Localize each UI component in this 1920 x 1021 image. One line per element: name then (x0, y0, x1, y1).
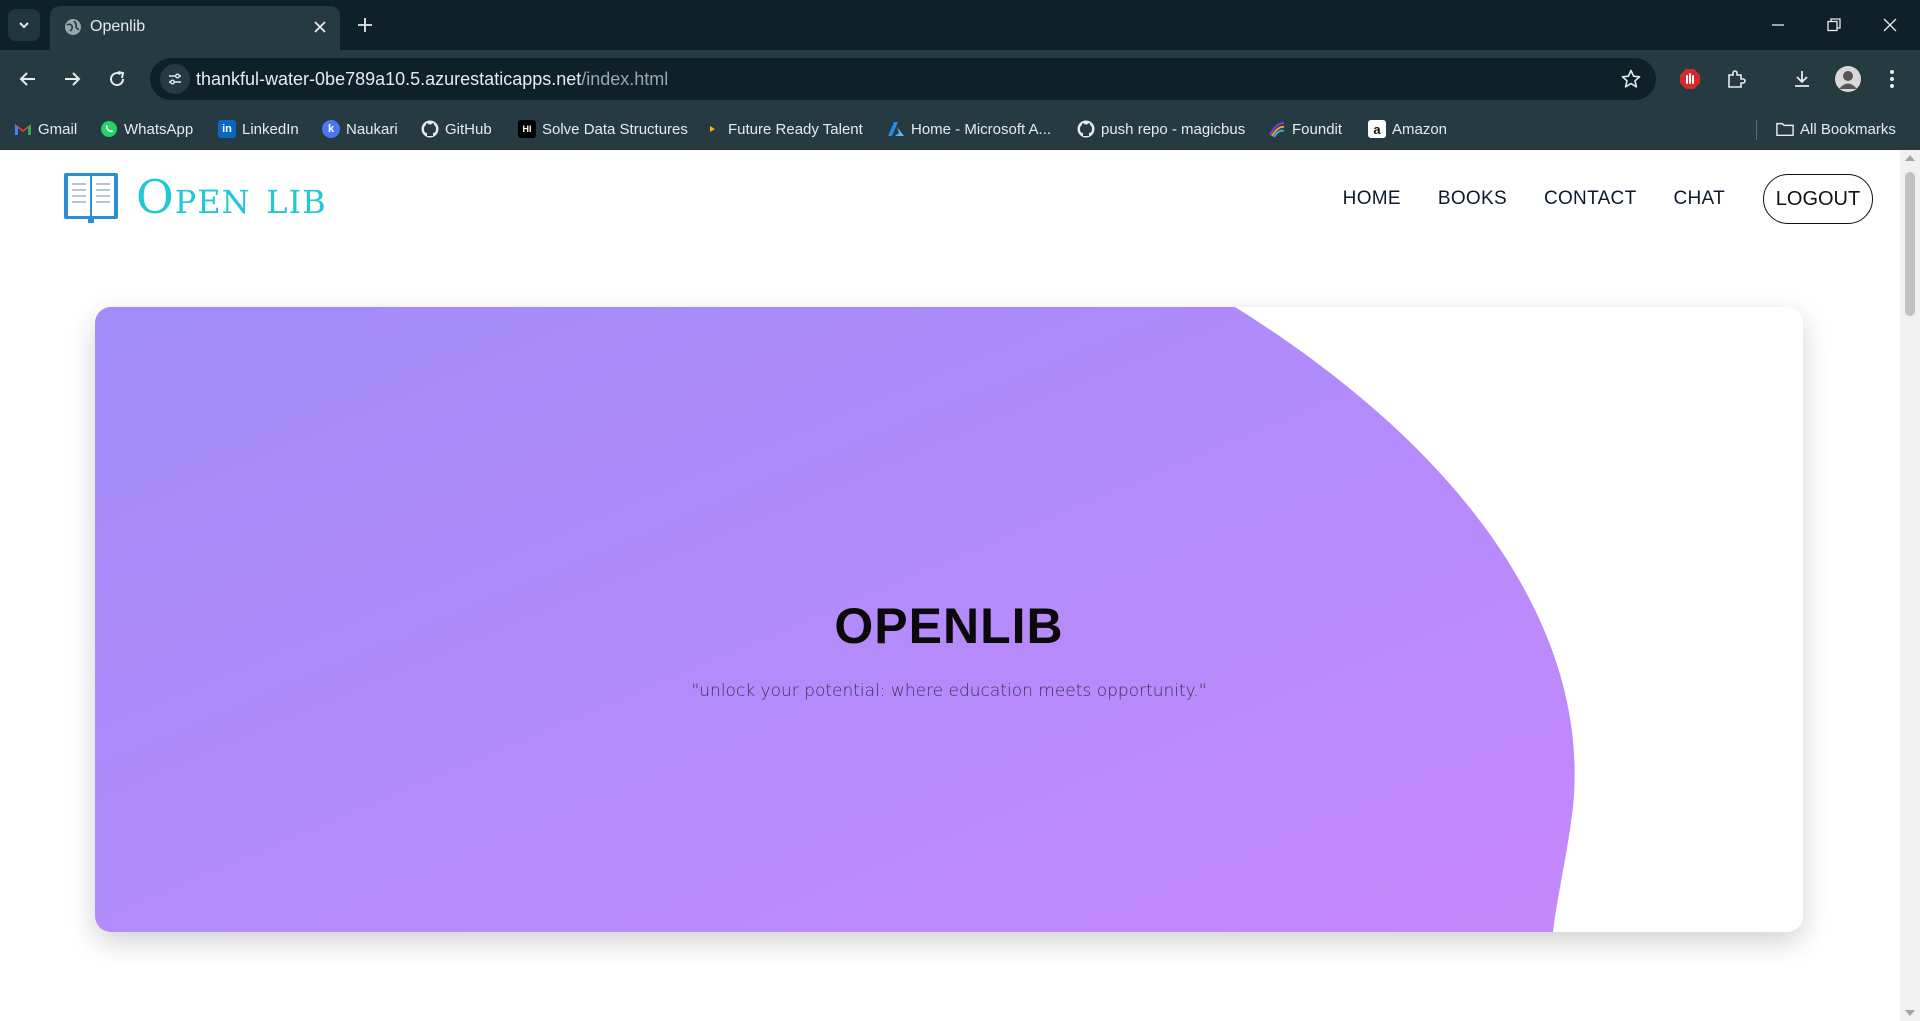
minimize-icon (1772, 24, 1784, 26)
open-book-icon (64, 173, 118, 223)
url-text: thankful-water-0be789a10.5.azurestaticap… (196, 69, 668, 90)
bookmark-star-button[interactable] (1620, 68, 1642, 90)
bookmark-solve-data-structures[interactable]: HI Solve Data Structures (518, 117, 688, 141)
tab-bar: Openlib (0, 0, 1920, 50)
star-icon (1621, 69, 1641, 88)
bookmarks-bar: Gmail WhatsApp in LinkedIn k Naukari Git… (0, 108, 1920, 150)
bookmark-label: Solve Data Structures (542, 120, 688, 138)
bookmark-label: WhatsApp (124, 120, 194, 138)
close-window-button[interactable] (1872, 10, 1908, 40)
bookmark-label: LinkedIn (242, 120, 299, 138)
tab-title: Openlib (90, 18, 146, 35)
whatsapp-icon (101, 121, 117, 137)
page-scrollbar[interactable] (1900, 150, 1920, 1021)
scroll-up-arrow[interactable] (1905, 155, 1915, 161)
new-tab-button[interactable] (352, 12, 378, 38)
restore-button[interactable] (1816, 10, 1852, 40)
bookmark-gmail[interactable]: Gmail (14, 117, 77, 141)
nav-home[interactable]: HOME (1343, 188, 1401, 210)
url-path: /index.html (581, 69, 669, 89)
amazon-icon: a (1368, 120, 1386, 138)
tune-icon (169, 73, 181, 85)
logo-text: Open lib (136, 170, 327, 224)
url-host: thankful-water-0be789a10.5.azurestaticap… (196, 69, 582, 89)
bookmark-label: Naukari (346, 120, 398, 138)
close-tab-button[interactable] (310, 17, 330, 37)
more-vertical-icon (1890, 70, 1894, 88)
avatar (1835, 66, 1861, 92)
bookmark-foundit[interactable]: Foundit (1268, 117, 1342, 141)
menu-button[interactable] (1876, 63, 1908, 95)
web-page: Open lib HOME BOOKS CONTACT CHAT LOGOUT … (0, 150, 1900, 1021)
folder-icon (1776, 122, 1794, 137)
main-nav: HOME BOOKS CONTACT CHAT LOGOUT (1306, 174, 1873, 224)
profile-button[interactable] (1832, 63, 1864, 95)
tab-search-button[interactable] (8, 9, 40, 41)
arrow-right-icon (65, 72, 81, 86)
chevron-down-icon (19, 22, 29, 29)
azure-icon (888, 122, 904, 136)
globe-icon (65, 19, 81, 35)
plus-icon (358, 18, 372, 32)
nav-contact[interactable]: CONTACT (1544, 188, 1637, 210)
site-logo[interactable]: Open lib (62, 170, 327, 224)
bookmark-label: Gmail (38, 120, 78, 138)
logout-button[interactable]: LOGOUT (1763, 174, 1873, 224)
bookmark-label: Foundit (1292, 120, 1343, 138)
browser-tab[interactable]: Openlib (50, 6, 340, 50)
adblock-extension-button[interactable] (1674, 63, 1706, 95)
site-info-button[interactable] (160, 64, 190, 94)
stop-hand-icon (1680, 69, 1700, 89)
bookmark-microsoft-azure[interactable]: Home - Microsoft A... (887, 117, 1051, 141)
reload-button[interactable] (101, 63, 133, 95)
bookmark-push-repo[interactable]: push repo - magicbus (1077, 117, 1245, 141)
bookmark-naukari[interactable]: k Naukari (322, 117, 398, 141)
linkedin-icon: in (218, 120, 236, 138)
bookmark-whatsapp[interactable]: WhatsApp (100, 117, 193, 141)
hackerrank-icon: HI (518, 120, 536, 138)
bookmark-label: GitHub (445, 120, 492, 138)
address-bar[interactable]: thankful-water-0be789a10.5.azurestaticap… (150, 58, 1656, 100)
bookmark-label: Home - Microsoft A... (911, 120, 1052, 138)
bookmark-linkedin[interactable]: in LinkedIn (218, 117, 299, 141)
back-button[interactable] (12, 63, 44, 95)
close-icon (1883, 18, 1897, 32)
restore-icon (1827, 18, 1841, 32)
hero-card: OPENLIB "unlock your potential: where ed… (95, 307, 1803, 932)
bookmark-amazon[interactable]: a Amazon (1368, 117, 1447, 141)
all-bookmarks-button[interactable]: All Bookmarks (1776, 117, 1896, 141)
bookmark-label: push repo - magicbus (1101, 120, 1246, 138)
nav-books[interactable]: BOOKS (1438, 188, 1507, 210)
bookmarks-divider (1756, 120, 1757, 140)
downloads-button[interactable] (1786, 63, 1818, 95)
bookmark-label: Future Ready Talent (728, 120, 863, 138)
bookmark-github[interactable]: GitHub (421, 117, 492, 141)
gmail-icon (15, 124, 31, 135)
hero-title: OPENLIB (834, 598, 1064, 654)
reload-icon (110, 71, 125, 87)
forward-button[interactable] (56, 63, 88, 95)
puzzle-icon (1728, 70, 1746, 88)
all-bookmarks-label: All Bookmarks (1800, 120, 1896, 138)
play-icon (710, 126, 715, 132)
foundit-icon (1269, 122, 1285, 138)
scroll-down-arrow[interactable] (1905, 1010, 1915, 1016)
download-icon (1795, 71, 1809, 87)
browser-toolbar: thankful-water-0be789a10.5.azurestaticap… (0, 50, 1920, 108)
arrow-left-icon (19, 72, 35, 86)
scroll-thumb[interactable] (1905, 172, 1915, 316)
github-icon (421, 120, 439, 138)
extensions-button[interactable] (1720, 63, 1752, 95)
naukari-icon: k (322, 120, 340, 138)
hero-subtitle: "unlock your potential: where education … (691, 681, 1207, 701)
nav-chat[interactable]: CHAT (1673, 188, 1725, 210)
close-icon (314, 21, 326, 33)
github-icon (1077, 120, 1095, 138)
minimize-button[interactable] (1760, 10, 1796, 40)
bookmark-future-ready-talent[interactable]: Future Ready Talent (704, 117, 863, 141)
bookmark-label: Amazon (1392, 120, 1448, 138)
